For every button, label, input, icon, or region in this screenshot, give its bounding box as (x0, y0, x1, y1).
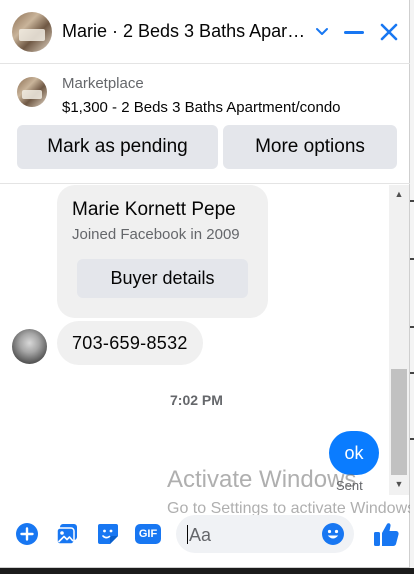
emoji-icon[interactable] (321, 522, 345, 546)
gif-icon[interactable]: GIF (134, 521, 162, 547)
buyer-name: Marie Kornett Pepe (72, 199, 236, 220)
chat-title[interactable]: Marie · 2 Beds 3 Baths Apartment/condo (62, 21, 310, 42)
message-input[interactable]: Aa (176, 515, 354, 553)
plus-icon[interactable] (14, 521, 40, 547)
text-caret (187, 525, 188, 544)
thumbs-up-icon[interactable] (371, 521, 401, 547)
background-window-edge (410, 0, 414, 568)
minus-icon (344, 30, 364, 34)
message-composer: GIF Aa (0, 510, 410, 560)
listing-thumbnail[interactable] (17, 77, 47, 107)
chevron-down-icon[interactable] (308, 18, 336, 46)
buyer-profile-card: Marie Kornett Pepe Joined Facebook in 20… (57, 185, 268, 318)
close-icon (380, 23, 398, 41)
marketplace-listing: Marketplace $1,300 - 2 Beds 3 Baths Apar… (0, 64, 410, 184)
message-list[interactable]: Marie Kornett Pepe Joined Facebook in 20… (0, 185, 390, 497)
scrollbar-thumb[interactable] (391, 369, 407, 475)
close-button[interactable] (375, 18, 403, 46)
buyer-joined-text: Joined Facebook in 2009 (72, 226, 240, 243)
minimize-button[interactable] (340, 18, 368, 46)
sticker-icon[interactable] (95, 521, 121, 547)
buyer-details-button[interactable]: Buyer details (77, 259, 248, 298)
incoming-message-bubble[interactable]: 703-659-8532 (57, 321, 203, 365)
message-input-placeholder: Aa (189, 525, 212, 545)
listing-avatar[interactable] (12, 12, 52, 52)
sender-avatar[interactable] (12, 329, 47, 364)
scroll-up-arrow-icon[interactable]: ▲ (393, 188, 405, 200)
scroll-down-arrow-icon[interactable]: ▼ (393, 478, 405, 490)
chat-header: Marie · 2 Beds 3 Baths Apartment/condo (0, 0, 410, 64)
message-timestamp: 7:02 PM (170, 392, 223, 408)
gif-label: GIF (135, 524, 161, 544)
mark-as-pending-button[interactable]: Mark as pending (17, 125, 218, 169)
chat-window: Marie · 2 Beds 3 Baths Apartment/condo M… (0, 0, 414, 568)
more-options-button[interactable]: More options (223, 125, 397, 169)
message-scrollbar[interactable]: ▲ ▼ (389, 185, 409, 495)
listing-title[interactable]: $1,300 - 2 Beds 3 Baths Apartment/condo (62, 99, 341, 116)
activate-windows-watermark: Activate Windows (167, 466, 357, 493)
taskbar-edge (0, 568, 414, 574)
image-icon[interactable] (54, 521, 80, 547)
marketplace-label: Marketplace (62, 75, 144, 92)
